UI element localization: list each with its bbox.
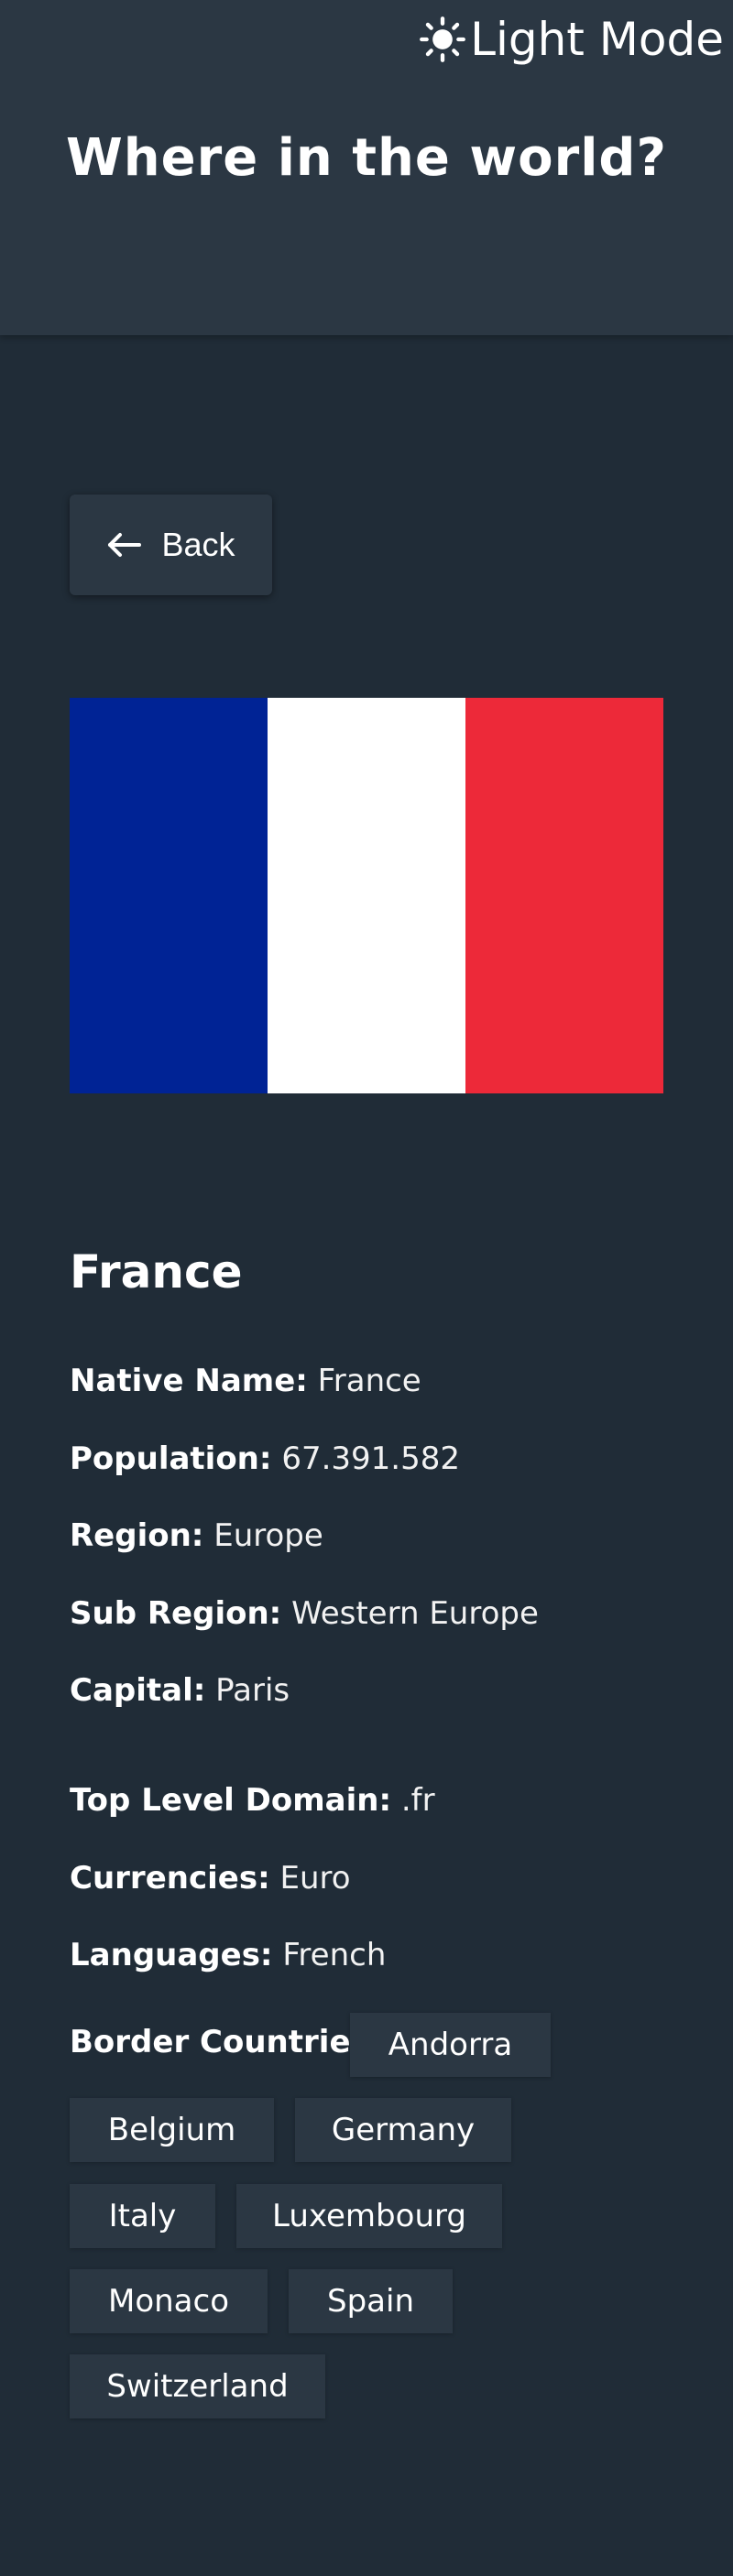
border-country-chip[interactable]: Monaco [70,2269,268,2333]
languages-row: Languages: French [70,1937,386,1973]
sub-region-row: Sub Region: Western Europe [70,1595,539,1632]
native-name-row: Native Name: France [70,1363,421,1399]
detail-label: Population: [70,1440,272,1477]
top-level-domain-row: Top Level Domain: .fr [70,1782,435,1819]
detail-value: .fr [400,1782,435,1819]
border-country-chip[interactable]: Luxembourg [236,2184,502,2248]
app-header: Light Mode Where in the world? [0,0,733,335]
back-button[interactable]: Back [70,495,272,595]
arrow-left-icon [108,533,142,557]
sun-icon [420,16,466,62]
flag-stripe-blue [70,698,268,1093]
border-country-chip[interactable]: Andorra [350,2013,551,2077]
detail-label: Region: [70,1517,204,1554]
flag-stripe-white [268,698,465,1093]
population-row: Population: 67.391.582 [70,1440,460,1477]
detail-label: Languages: [70,1937,273,1973]
country-name: France [70,1245,243,1299]
detail-label: Sub Region: [70,1595,282,1632]
flag-stripe-red [465,698,663,1093]
detail-value: Western Europe [291,1595,539,1632]
detail-label: Top Level Domain: [70,1782,392,1819]
detail-value: France [317,1363,421,1399]
region-row: Region: Europe [70,1517,323,1554]
detail-label: Currencies: [70,1860,270,1897]
country-flag [70,698,663,1093]
detail-label: Native Name: [70,1363,308,1399]
detail-value: French [282,1937,387,1973]
border-countries-label: Border Countries: [70,2024,382,2060]
detail-label: Capital: [70,1672,206,1709]
detail-value: Europe [213,1517,323,1554]
back-button-label: Back [161,526,235,563]
theme-toggle-button[interactable]: Light Mode [419,13,724,66]
detail-value: Paris [215,1672,290,1709]
border-country-chip[interactable]: Germany [295,2098,511,2162]
detail-value: 67.391.582 [281,1440,460,1477]
detail-value: Euro [279,1860,351,1897]
page-title: Where in the world? [66,128,667,188]
border-country-chip[interactable]: Belgium [70,2098,274,2162]
border-country-chip[interactable]: Switzerland [70,2354,325,2418]
capital-row: Capital: Paris [70,1672,290,1709]
border-country-chip[interactable]: Spain [289,2269,453,2333]
border-country-chip[interactable]: Italy [70,2184,215,2248]
theme-toggle-label: Light Mode [470,13,724,66]
currencies-row: Currencies: Euro [70,1860,351,1897]
